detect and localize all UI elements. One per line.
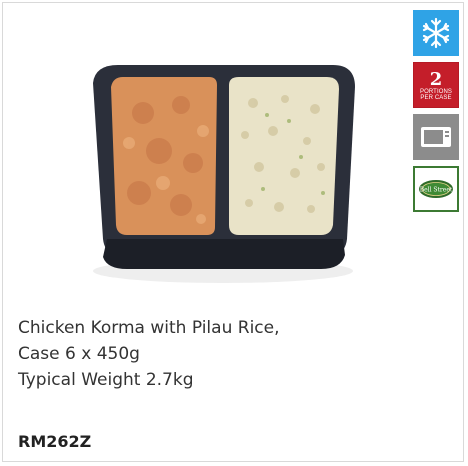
- product-description: Chicken Korma with Pilau Rice, Case 6 x …: [18, 315, 398, 393]
- frozen-badge: [413, 10, 459, 56]
- product-code: RM262Z: [18, 432, 92, 451]
- brand-logo-text: Bell Street: [420, 187, 453, 194]
- product-card[interactable]: 2 PORTIONS PER CASE Bell Street Chicken …: [2, 2, 464, 462]
- product-image: [93, 65, 355, 283]
- microwave-badge: [413, 114, 459, 160]
- snowflake-icon: [422, 17, 450, 49]
- brand-logo-badge: Bell Street: [413, 166, 459, 212]
- portions-per-case-badge: 2 PORTIONS PER CASE: [413, 62, 459, 108]
- product-name: Chicken Korma with Pilau Rice,: [18, 318, 280, 338]
- portions-label-line2: PER CASE: [420, 94, 452, 101]
- microwave-icon: [421, 127, 451, 147]
- case-size: Case 6 x 450g: [18, 344, 140, 364]
- brand-logo: Bell Street: [419, 180, 453, 198]
- portions-number: 2: [429, 68, 443, 90]
- typical-weight: Typical Weight 2.7kg: [18, 370, 194, 390]
